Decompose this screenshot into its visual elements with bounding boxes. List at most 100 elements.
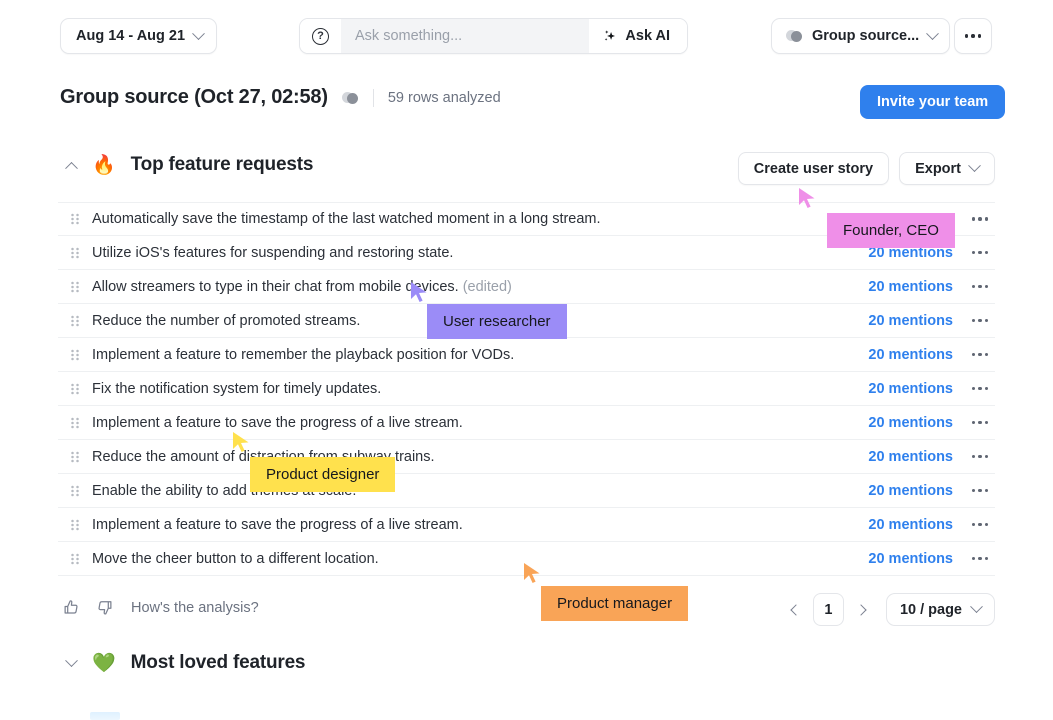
table-row[interactable]: Allow streamers to type in their chat fr…: [58, 270, 995, 304]
dot: [964, 34, 969, 38]
row-more-button[interactable]: [965, 386, 995, 391]
mentions-link[interactable]: 20 mentions: [868, 381, 953, 397]
row-more-button[interactable]: [965, 284, 995, 289]
row-more-button[interactable]: [965, 217, 995, 221]
green-heart-emoji-icon: 💚: [92, 652, 116, 674]
help-button[interactable]: ?: [300, 19, 341, 53]
drag-handle-icon[interactable]: [58, 382, 92, 396]
source-icon: [786, 28, 803, 44]
mentions-link[interactable]: 20 mentions: [868, 415, 953, 431]
section-header-most-loved-features: 💚 Most loved features: [58, 650, 306, 676]
drag-handle-icon[interactable]: [58, 416, 92, 430]
question-mark-icon: ?: [312, 27, 329, 45]
row-label: Allow streamers to type in their chat fr…: [92, 278, 459, 295]
table-row[interactable]: Reduce the amount of distraction from su…: [58, 440, 995, 474]
group-source-selector[interactable]: Group source...: [771, 18, 951, 54]
cursor-pointer-product-manager: [522, 561, 544, 587]
row-label: Move the cheer button to a different loc…: [92, 550, 379, 567]
ask-ai-button[interactable]: Ask AI: [589, 19, 687, 53]
drag-handle-icon[interactable]: [58, 518, 92, 532]
table-footer: How's the analysis? 1 10 / page: [58, 593, 995, 636]
app-root: Aug 14 - Aug 21 ? Ask AI Group source...: [0, 0, 1053, 720]
group-source-label: Group source...: [812, 28, 920, 44]
source-icon: [341, 90, 359, 106]
date-range-label: Aug 14 - Aug 21: [76, 28, 186, 44]
section-actions: Create user story Export: [737, 152, 995, 185]
rows-analyzed-label: 59 rows analyzed: [387, 89, 501, 106]
sparkle-icon: [605, 29, 616, 41]
toolbar-more-button[interactable]: [954, 18, 992, 54]
row-text: Enable the ability to add themes at scal…: [92, 483, 868, 499]
row-text: Reduce the amount of distraction from su…: [92, 449, 868, 465]
row-more-button[interactable]: [965, 556, 995, 561]
table-row[interactable]: Implement a feature to save the progress…: [58, 406, 995, 440]
feedback-controls: How's the analysis?: [62, 598, 259, 617]
row-text: Utilize iOS's features for suspending an…: [92, 245, 868, 261]
table-row[interactable]: Implement a feature to remember the play…: [58, 338, 995, 372]
row-more-button[interactable]: [965, 488, 995, 493]
row-text: Implement a feature to remember the play…: [92, 347, 868, 363]
rows-per-page-selector[interactable]: 10 / page: [885, 593, 995, 626]
below-fold-peek: [90, 712, 120, 720]
section-title: Top feature requests: [130, 154, 314, 175]
ask-input-wrapper[interactable]: [341, 19, 590, 53]
row-text: Fix the notification system for timely u…: [92, 381, 868, 397]
ask-ai-label: Ask AI: [625, 28, 670, 44]
row-more-button[interactable]: [965, 522, 995, 527]
drag-handle-icon[interactable]: [58, 314, 92, 328]
table-row[interactable]: Enable the ability to add themes at scal…: [58, 474, 995, 508]
export-button[interactable]: Export: [899, 152, 995, 185]
page-title: Group source (Oct 27, 02:58): [60, 86, 328, 108]
row-text: Automatically save the timestamp of the …: [92, 211, 868, 227]
collapse-toggle-icon[interactable]: [58, 152, 84, 178]
drag-handle-icon[interactable]: [58, 212, 92, 226]
row-label: Fix the notification system for timely u…: [92, 380, 382, 397]
thumbs-down-icon[interactable]: [95, 598, 114, 617]
edited-marker: (edited): [462, 278, 512, 295]
mentions-link[interactable]: 20 mentions: [868, 449, 953, 465]
dot: [977, 34, 982, 38]
table-row[interactable]: Fix the notification system for timely u…: [58, 372, 995, 406]
mentions-link[interactable]: 20 mentions: [868, 347, 953, 363]
next-page-button[interactable]: [850, 595, 872, 625]
date-range-selector[interactable]: Aug 14 - Aug 21: [60, 18, 218, 54]
chevron-down-icon: [968, 159, 981, 173]
chevron-down-icon: [926, 26, 940, 40]
export-label: Export: [915, 160, 961, 177]
table-row[interactable]: Implement a feature to save the progress…: [58, 508, 995, 542]
mentions-link[interactable]: 20 mentions: [868, 313, 953, 329]
fire-emoji-icon: 🔥: [92, 154, 116, 176]
mentions-link[interactable]: 20 mentions: [868, 551, 953, 567]
ask-input[interactable]: [355, 28, 590, 44]
row-text: Implement a feature to save the progress…: [92, 517, 868, 533]
row-more-button[interactable]: [965, 318, 995, 323]
feature-requests-table: Automatically save the timestamp of the …: [58, 202, 995, 576]
cursor-label-product-designer: Product designer: [250, 457, 396, 492]
drag-handle-icon[interactable]: [58, 552, 92, 566]
drag-handle-icon[interactable]: [58, 348, 92, 362]
invite-your-team-button[interactable]: Invite your team: [860, 85, 1006, 119]
row-label: Implement a feature to save the progress…: [92, 414, 463, 431]
thumbs-up-icon[interactable]: [62, 598, 81, 617]
drag-handle-icon[interactable]: [58, 450, 92, 464]
expand-toggle-icon[interactable]: [58, 650, 84, 676]
row-label: Utilize iOS's features for suspending an…: [92, 244, 454, 261]
drag-handle-icon[interactable]: [58, 280, 92, 294]
row-more-button[interactable]: [965, 250, 995, 255]
row-text: Allow streamers to type in their chat fr…: [92, 279, 868, 295]
cursor-pointer-user-researcher: [409, 280, 431, 306]
row-more-button[interactable]: [965, 352, 995, 357]
previous-page-button[interactable]: [785, 595, 807, 625]
mentions-link[interactable]: 20 mentions: [868, 517, 953, 533]
row-more-button[interactable]: [965, 420, 995, 425]
mentions-link[interactable]: 20 mentions: [868, 279, 953, 295]
drag-handle-icon[interactable]: [58, 246, 92, 260]
create-user-story-label: Create user story: [753, 160, 874, 177]
section-header-top-feature-requests: 🔥 Top feature requests: [58, 152, 313, 178]
chevron-down-icon: [192, 26, 205, 40]
row-more-button[interactable]: [965, 454, 995, 459]
mentions-link[interactable]: 20 mentions: [868, 483, 953, 499]
drag-handle-icon[interactable]: [58, 484, 92, 498]
page-number-button[interactable]: 1: [812, 593, 844, 626]
create-user-story-button[interactable]: Create user story: [737, 152, 890, 185]
